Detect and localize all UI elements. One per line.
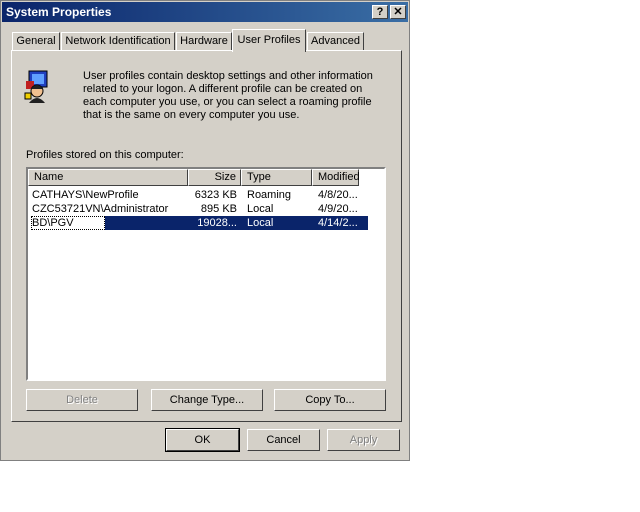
copy-to-button[interactable]: Copy To... (274, 389, 386, 411)
system-properties-window: System Properties ? ✕ General Network Id… (0, 0, 410, 461)
profile-size: 19028... (197, 217, 237, 229)
profile-type: Roaming (247, 189, 292, 201)
profile-size: 6323 KB (194, 189, 237, 201)
user-profile-icon (24, 70, 48, 103)
apply-button[interactable]: Apply (327, 429, 400, 451)
window-title: System Properties (6, 5, 112, 19)
column-header-size[interactable]: Size (188, 169, 241, 186)
change-type-button[interactable]: Change Type... (151, 389, 263, 411)
column-header-name[interactable]: Name (28, 169, 188, 186)
profiles-list[interactable]: Name Size Type Modified CATHAYS\NewProfi… (26, 167, 386, 381)
profile-modified: 4/9/20... (318, 203, 358, 215)
table-row-selected[interactable]: BD\PGV 19028... Local 4/14/2... (28, 216, 368, 230)
delete-button[interactable]: Delete (26, 389, 138, 411)
tab-user-profiles[interactable]: User Profiles (232, 29, 306, 52)
profile-size: 895 KB (200, 203, 237, 215)
table-row[interactable]: CATHAYS\NewProfile 6323 KB Roaming 4/8/2… (28, 188, 368, 202)
column-header-modified[interactable]: Modified (312, 169, 360, 186)
tab-general[interactable]: General (12, 32, 60, 51)
description-line: related to your logon. A different profi… (83, 83, 363, 95)
tab-hardware[interactable]: Hardware (176, 32, 232, 51)
description-line: that is the same on every computer you u… (83, 109, 300, 121)
table-row[interactable]: CZC53721VN\Administrator 895 KB Local 4/… (28, 202, 368, 216)
cancel-button[interactable]: Cancel (247, 429, 320, 451)
close-button[interactable]: ✕ (390, 5, 406, 19)
profile-modified: 4/14/2... (318, 217, 358, 229)
profiles-list-label: Profiles stored on this computer: (26, 149, 184, 161)
description-line: each computer you use, or you can select… (83, 96, 372, 108)
ok-button[interactable]: OK (165, 428, 240, 452)
profile-name: CATHAYS\NewProfile (32, 189, 139, 201)
profile-modified: 4/8/20... (318, 189, 358, 201)
profiles-description: User profiles contain desktop settings a… (83, 70, 383, 122)
help-button[interactable]: ? (372, 5, 388, 19)
profile-name: BD\PGV (31, 216, 105, 230)
profile-name: CZC53721VN\Administrator (32, 203, 169, 215)
description-line: User profiles contain desktop settings a… (83, 70, 373, 82)
tab-advanced[interactable]: Advanced (307, 32, 364, 51)
column-header-type[interactable]: Type (241, 169, 312, 186)
profile-type: Local (247, 217, 274, 229)
tab-network-identification[interactable]: Network Identification (61, 32, 175, 51)
profile-type: Local (247, 203, 274, 215)
title-bar[interactable]: System Properties ? ✕ (2, 2, 408, 22)
